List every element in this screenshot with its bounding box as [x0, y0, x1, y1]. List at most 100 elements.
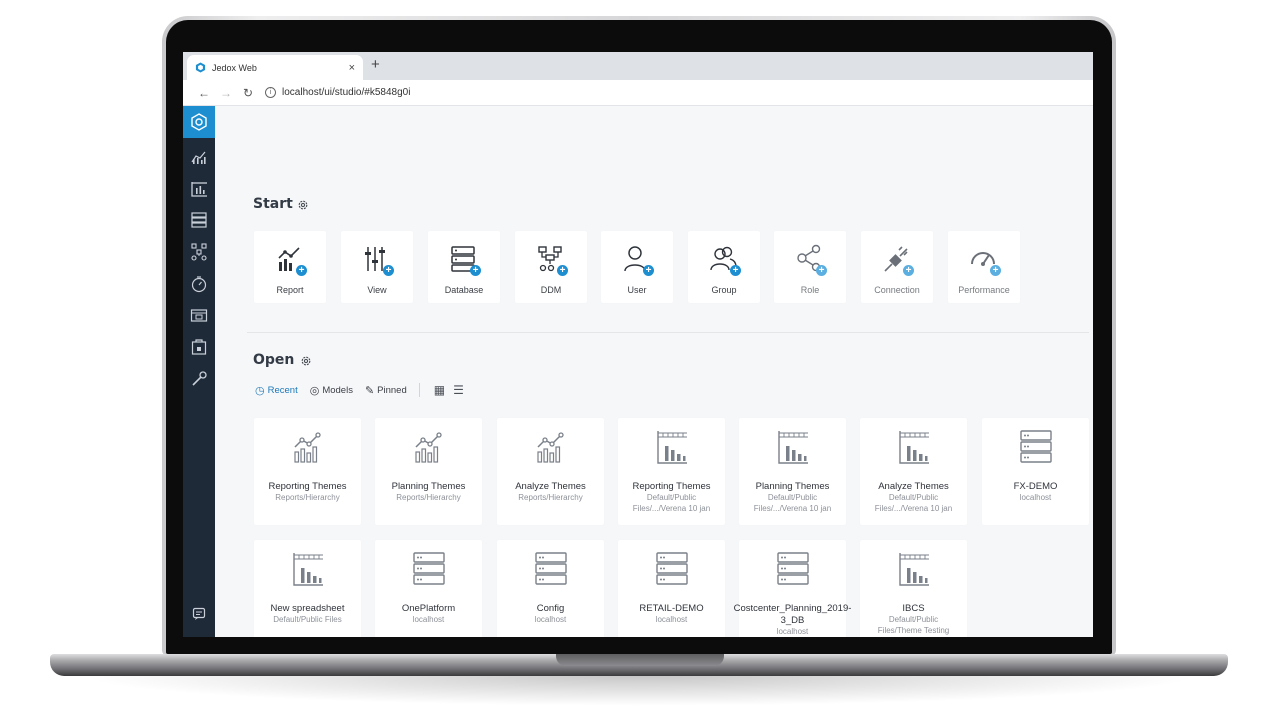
spreadsheet-icon: [777, 431, 808, 464]
tools-icon[interactable]: [183, 366, 215, 392]
spreadsheet-icon[interactable]: [183, 176, 215, 202]
spreadsheet-icon: [898, 431, 929, 464]
item-location: Default/Public Files/Theme Testing: [877, 615, 950, 635]
spreadsheet-icon: [898, 553, 929, 586]
spreadsheet-icon: [292, 553, 323, 586]
connection-icon: +: [882, 244, 914, 276]
start-card-connection[interactable]: + Connection: [861, 231, 933, 303]
start-card-ddm[interactable]: + DDM: [515, 231, 587, 303]
item-name: Costcenter_Planning_2019-3_DB: [733, 603, 852, 626]
item-location: localhost: [412, 615, 445, 624]
item-location: Default/Public Files/.../Verena 10 jan: [874, 493, 953, 513]
add-badge-icon: +: [816, 265, 827, 276]
tab-close-icon[interactable]: ×: [349, 62, 355, 74]
start-card-label: Role: [800, 285, 820, 295]
connections-icon[interactable]: [183, 302, 215, 328]
filter-label: Models: [322, 384, 353, 396]
item-name: Analyze Themes: [515, 481, 586, 492]
open-item[interactable]: Config localhost: [497, 540, 604, 637]
home-icon[interactable]: [183, 106, 215, 138]
item-name: Planning Themes: [391, 481, 466, 492]
item-name: RETAIL-DEMO: [639, 603, 704, 614]
add-badge-icon: +: [903, 265, 914, 276]
open-item[interactable]: FX-DEMO localhost: [982, 418, 1089, 525]
item-location: Default/Public Files: [273, 615, 342, 624]
open-section-title: Open: [253, 352, 295, 368]
marketplace-icon[interactable]: [183, 334, 215, 360]
ddm-icon: +: [536, 244, 568, 276]
item-location: Reports/Hierarchy: [275, 493, 340, 502]
report-icon: +: [275, 244, 307, 276]
start-card-database[interactable]: + Database: [428, 231, 500, 303]
list-view-icon[interactable]: ☰: [453, 383, 464, 397]
item-name: IBCS: [902, 603, 925, 614]
open-item[interactable]: Analyze Themes Default/Public Files/.../…: [860, 418, 967, 525]
view-icon: +: [362, 244, 394, 276]
back-icon[interactable]: ←: [193, 86, 215, 100]
item-location: Default/Public Files/.../Verena 10 jan: [632, 493, 711, 513]
open-item[interactable]: New spreadsheet Default/Public Files: [254, 540, 361, 637]
database-icon: [534, 552, 567, 585]
report-icon: [414, 432, 442, 463]
reload-icon[interactable]: ↻: [237, 86, 259, 100]
item-location: localhost: [655, 615, 688, 624]
start-settings-gear-icon[interactable]: [297, 199, 309, 211]
filter-label: Recent: [267, 384, 298, 396]
grid-view-icon[interactable]: ▦: [434, 383, 445, 397]
report-icon: [293, 432, 321, 463]
add-badge-icon: +: [990, 265, 1001, 276]
reports-icon[interactable]: [183, 144, 215, 170]
app-sidebar: [183, 106, 215, 637]
chat-icon[interactable]: [183, 601, 215, 627]
site-info-icon[interactable]: i: [265, 87, 276, 98]
item-location: localhost: [534, 615, 567, 624]
open-settings-gear-icon[interactable]: [300, 355, 312, 367]
open-item[interactable]: RETAIL-DEMO localhost: [618, 540, 725, 637]
start-card-label: Group: [711, 285, 737, 295]
user-icon: +: [622, 244, 654, 276]
add-badge-icon: +: [557, 265, 568, 276]
database-icon[interactable]: [183, 207, 215, 233]
start-card-label: DDM: [540, 285, 562, 295]
database-icon: [1019, 430, 1052, 463]
database-icon: +: [449, 244, 481, 276]
item-name: OnePlatform: [401, 603, 456, 614]
open-item[interactable]: OnePlatform localhost: [375, 540, 482, 637]
start-card-user[interactable]: + User: [601, 231, 673, 303]
filter-pinned[interactable]: ✎ Pinned: [365, 384, 407, 397]
start-card-label: Database: [444, 285, 484, 295]
url-text: localhost/ui/studio/#k5848g0i: [282, 87, 411, 98]
group-icon: +: [709, 244, 741, 276]
database-icon: [776, 552, 809, 585]
url-field[interactable]: i localhost/ui/studio/#k5848g0i: [265, 87, 410, 98]
new-tab-icon[interactable]: +: [371, 57, 380, 73]
laptop-shadow: [80, 676, 1200, 706]
start-card-role[interactable]: + Role: [774, 231, 846, 303]
start-card-performance[interactable]: + Performance: [948, 231, 1020, 303]
ddm-icon[interactable]: [183, 239, 215, 265]
browser-tab[interactable]: Jedox Web ×: [187, 55, 363, 80]
filter-recent[interactable]: ◷ Recent: [255, 384, 298, 397]
open-item[interactable]: Reporting Themes Default/Public Files/..…: [618, 418, 725, 525]
open-item[interactable]: Costcenter_Planning_2019-3_DB localhost: [734, 540, 851, 637]
forward-icon[interactable]: →: [215, 86, 237, 100]
scheduler-icon[interactable]: [183, 271, 215, 297]
open-item[interactable]: Planning Themes Default/Public Files/...…: [739, 418, 846, 525]
filter-models[interactable]: ◎ Models: [310, 384, 353, 397]
open-item[interactable]: Planning Themes Reports/Hierarchy: [375, 418, 482, 525]
section-divider: [247, 332, 1089, 333]
spreadsheet-icon: [656, 431, 687, 464]
item-name: FX-DEMO: [1013, 481, 1058, 492]
open-item[interactable]: Reporting Themes Reports/Hierarchy: [254, 418, 361, 525]
item-name: Reporting Themes: [268, 481, 347, 492]
report-icon: [536, 432, 564, 463]
filter-label: Pinned: [377, 384, 407, 396]
open-item[interactable]: IBCS Default/Public Files/Theme Testing: [860, 540, 967, 637]
laptop-notch: [556, 654, 724, 666]
browser-tabbar: Jedox Web × +: [183, 52, 1093, 80]
open-item[interactable]: Analyze Themes Reports/Hierarchy: [497, 418, 604, 525]
start-card-group[interactable]: + Group: [688, 231, 760, 303]
start-card-report[interactable]: + Report: [254, 231, 326, 303]
start-card-view[interactable]: + View: [341, 231, 413, 303]
add-badge-icon: +: [730, 265, 741, 276]
